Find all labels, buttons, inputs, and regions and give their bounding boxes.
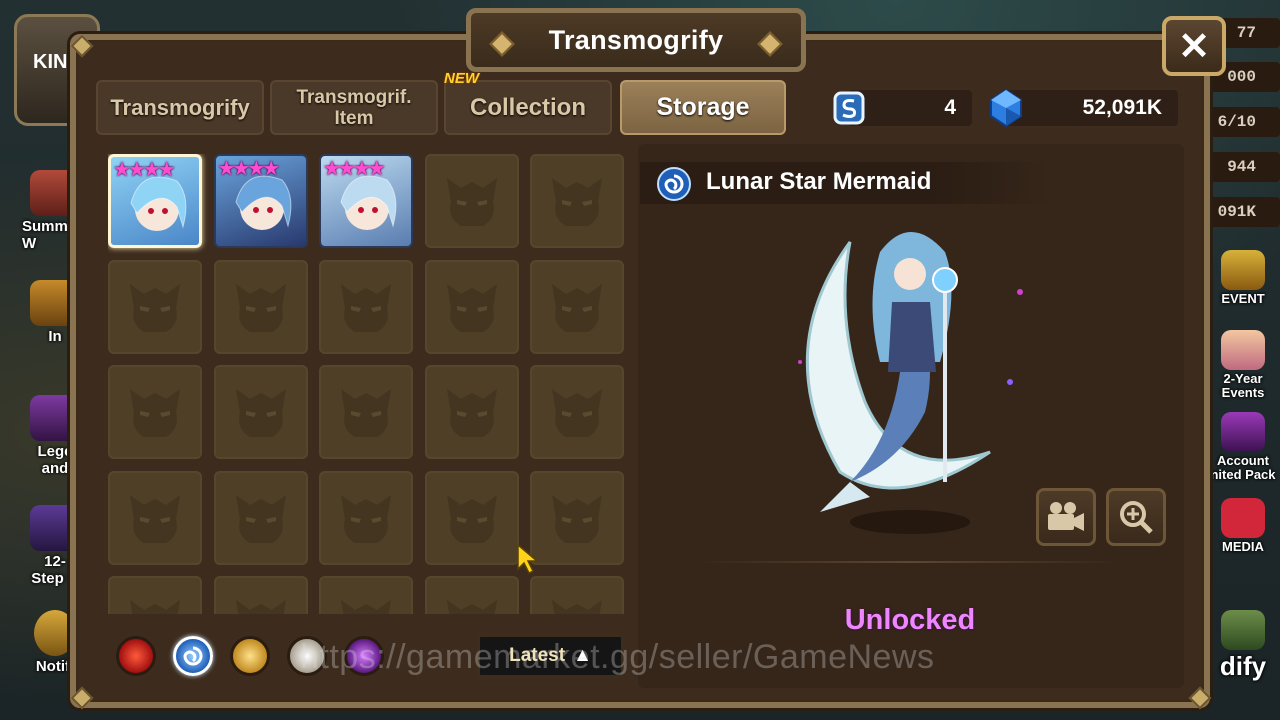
- empty-storage-slot[interactable]: [319, 470, 413, 565]
- storage-grid: ★★★★ ★★★★ ★★★★: [108, 154, 630, 614]
- star-rating: ★★★★: [113, 159, 176, 181]
- empty-storage-slot[interactable]: [530, 470, 624, 565]
- empty-storage-slot[interactable]: [213, 259, 308, 354]
- empty-storage-slot[interactable]: [424, 576, 519, 614]
- crystal-icon: [988, 88, 1024, 128]
- stat-3: 6/10: [1204, 107, 1280, 137]
- storage-skin-slot[interactable]: ★★★★: [108, 154, 202, 248]
- close-button[interactable]: ✕: [1162, 16, 1226, 76]
- tab-storage-label: Storage: [656, 93, 750, 121]
- empty-storage-slot[interactable]: [424, 470, 519, 565]
- anniversary-events-menu[interactable]: 2-Year Events: [1206, 330, 1280, 400]
- monster-artwork: [780, 212, 1040, 542]
- guild-badge-label: KIN: [33, 51, 68, 73]
- empty-storage-slot[interactable]: [319, 259, 413, 354]
- empty-storage-slot[interactable]: [530, 154, 624, 248]
- empty-storage-slot[interactable]: [108, 259, 202, 354]
- empty-storage-slot[interactable]: [530, 365, 624, 459]
- star-rating: ★★★★: [217, 158, 281, 180]
- title-ornament-left: [489, 31, 515, 57]
- water-element-icon[interactable]: [173, 636, 213, 676]
- star-rating: ★★★★: [323, 158, 386, 180]
- empty-storage-slot[interactable]: [213, 470, 308, 565]
- empty-storage-slot[interactable]: [319, 576, 413, 614]
- storage-skin-slot[interactable]: ★★★★: [213, 154, 308, 248]
- close-icon: ✕: [1178, 25, 1210, 68]
- storage-skin-slot[interactable]: ★★★★: [319, 154, 413, 248]
- media-tv-icon: [1221, 498, 1265, 538]
- title-ornament-right: [757, 31, 783, 57]
- zoom-in-icon: [1120, 501, 1153, 534]
- stat-4: 944: [1204, 152, 1280, 182]
- detail-divider: [700, 561, 1120, 563]
- tab-collection[interactable]: Collection: [444, 80, 612, 135]
- fire-element-icon[interactable]: [116, 636, 156, 676]
- empty-storage-slot[interactable]: [424, 154, 519, 248]
- stat-5: 091K: [1204, 197, 1280, 227]
- event-label: EVENT: [1221, 291, 1265, 306]
- skin-name: Lunar Star Mermaid: [706, 168, 932, 195]
- empty-storage-slot[interactable]: [424, 365, 519, 459]
- title-plate: Transmogrify: [466, 8, 806, 72]
- crystal-count: 52,091K: [1082, 96, 1162, 119]
- empty-storage-slot[interactable]: [213, 576, 308, 614]
- empty-storage-slot[interactable]: [108, 576, 202, 614]
- video-button[interactable]: [1036, 488, 1096, 546]
- account-pack-label: Account nited Pack: [1210, 453, 1276, 482]
- transmog-stone-count: 4: [944, 96, 956, 119]
- event-menu[interactable]: EVENT: [1206, 250, 1280, 306]
- empty-storage-slot[interactable]: [108, 365, 202, 459]
- tab-transmogrify-item[interactable]: Transmogrif. Item: [270, 80, 438, 135]
- transmogrify-shortcut-icon: [1221, 610, 1265, 650]
- empty-storage-slot[interactable]: [108, 470, 202, 565]
- water-attribute-icon: [656, 166, 692, 202]
- empty-storage-slot[interactable]: [530, 259, 624, 354]
- event-icon: [1221, 250, 1265, 290]
- tab-transmogrify-item-label: Transmogrif. Item: [296, 86, 412, 129]
- anniversary-label: 2-Year Events: [1221, 371, 1265, 400]
- window-title: Transmogrify: [548, 24, 724, 55]
- transmogrify-shortcut-label: dify: [1219, 651, 1267, 681]
- mouse-cursor: [516, 543, 542, 580]
- watermark: https://gamemarket.gg/seller/GameNews: [300, 638, 935, 676]
- media-label: MEDIA: [1222, 539, 1264, 554]
- zoom-button[interactable]: [1106, 488, 1166, 546]
- new-badge: NEW: [444, 70, 479, 87]
- skin-status: Unlocked: [844, 604, 976, 636]
- account-pack-icon: [1221, 412, 1265, 452]
- media-menu[interactable]: MEDIA: [1206, 498, 1280, 554]
- transmogrify-shortcut[interactable]: dify: [1206, 610, 1280, 680]
- empty-storage-slot[interactable]: [530, 576, 624, 614]
- tab-transmogrify-label: Transmogrify: [110, 94, 250, 120]
- anniversary-icon: [1221, 330, 1265, 370]
- video-camera-icon: [1048, 502, 1084, 531]
- transmog-stone-icon: [832, 90, 866, 126]
- empty-storage-slot[interactable]: [213, 365, 308, 459]
- account-pack-menu[interactable]: Account nited Pack: [1206, 412, 1280, 482]
- tab-transmogrify[interactable]: Transmogrify: [96, 80, 264, 135]
- wind-element-icon[interactable]: [230, 636, 270, 676]
- tab-collection-label: Collection: [469, 93, 586, 121]
- empty-storage-slot[interactable]: [319, 365, 413, 459]
- empty-storage-slot[interactable]: [424, 259, 519, 354]
- tab-storage[interactable]: Storage: [620, 80, 786, 135]
